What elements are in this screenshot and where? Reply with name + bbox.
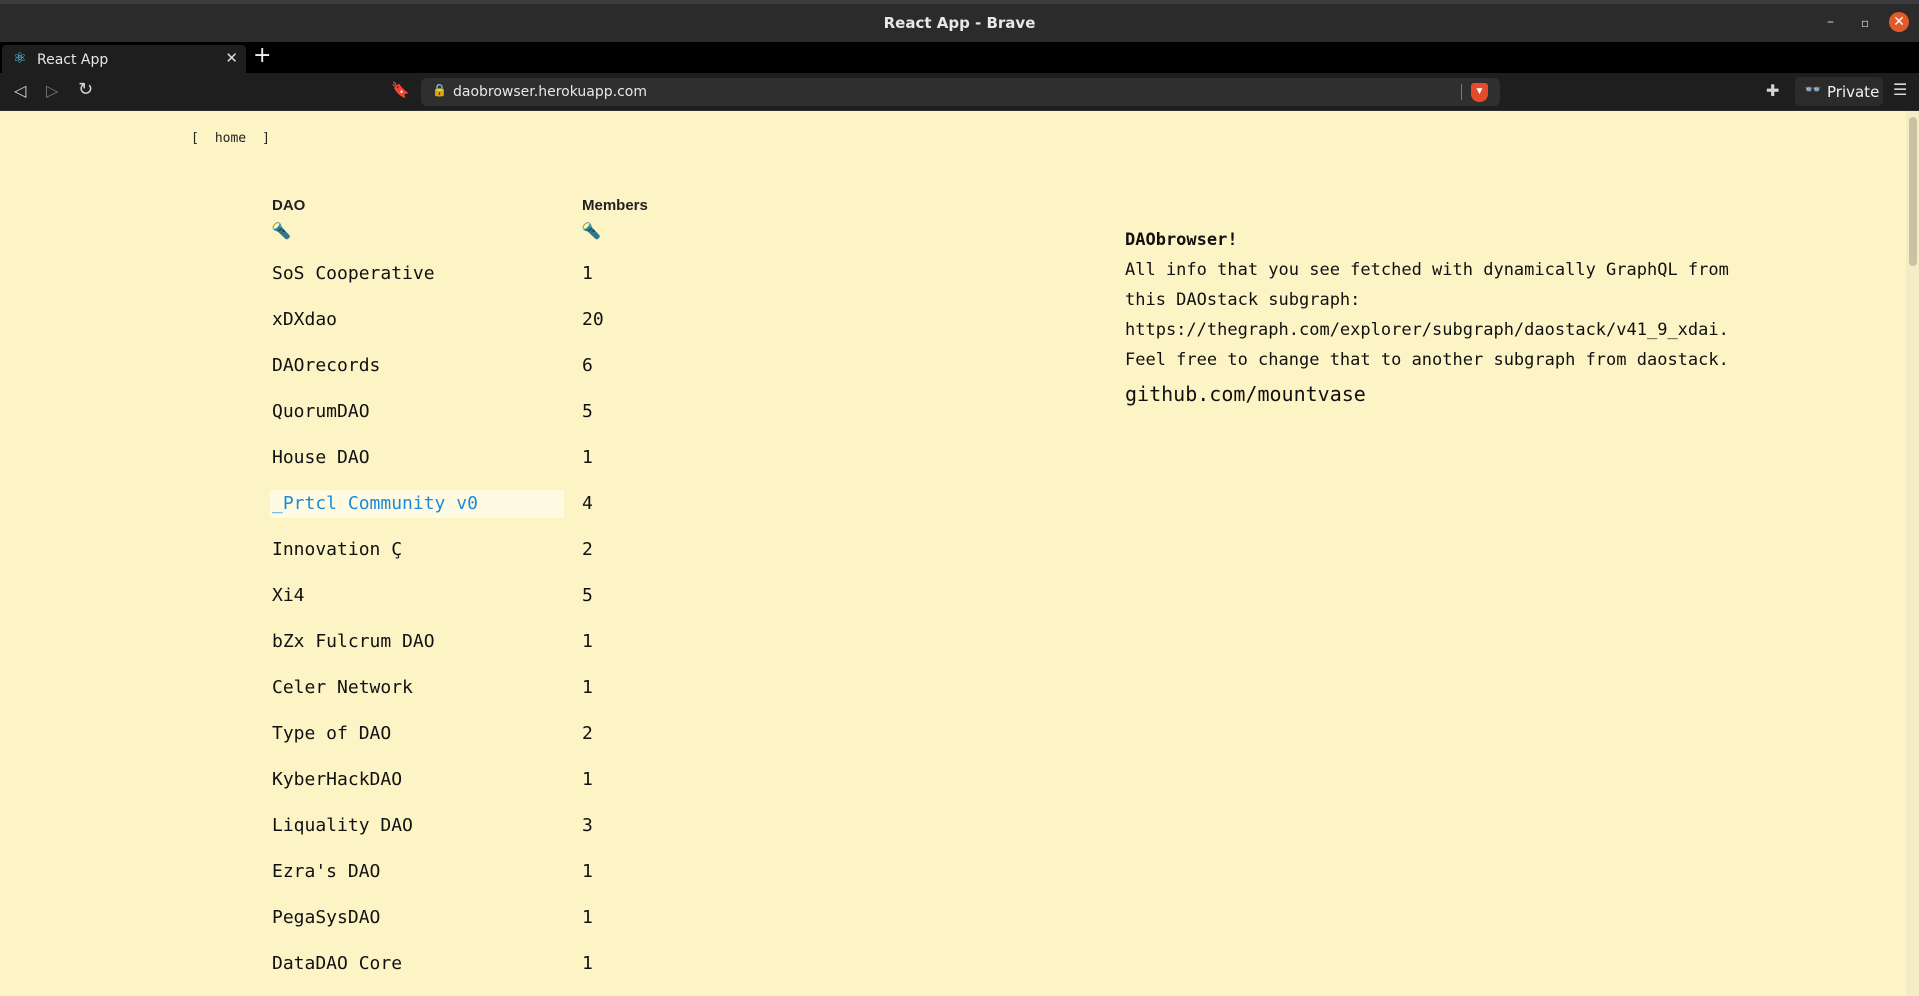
table-row: Xi4 5 xyxy=(0,582,700,610)
table-row: DAOrecords 6 xyxy=(0,352,700,380)
back-icon[interactable]: ◁ xyxy=(14,81,26,100)
dao-name-link[interactable]: Innovation Ç xyxy=(270,536,564,564)
dao-name-link[interactable]: SoS Cooperative xyxy=(270,260,564,288)
minimize-icon[interactable]: – xyxy=(1827,14,1834,30)
react-logo-icon: ⚛ xyxy=(13,49,27,67)
forward-icon[interactable]: ▷ xyxy=(46,81,58,100)
member-count: 1 xyxy=(582,263,593,284)
member-count: 1 xyxy=(582,447,593,468)
info-line: this DAOstack subgraph: xyxy=(1125,290,1361,310)
dao-name-link[interactable]: DAOrecords xyxy=(270,352,564,380)
address-bar[interactable]: 🔒 daobrowser.herokuapp.com ▼ xyxy=(421,78,1500,106)
info-line: All info that you see fetched with dynam… xyxy=(1125,260,1729,280)
home-close-bracket: ] xyxy=(262,131,270,146)
dao-name-link-hovered[interactable]: _Prtcl Community v0 xyxy=(270,490,564,518)
dao-name-link[interactable]: DataDAO Core xyxy=(270,950,564,978)
page-content: [ home] DAO Members 🔦 🔦 SoS Cooperative 1… xyxy=(0,111,1906,996)
member-count: 5 xyxy=(582,401,593,422)
dao-name-link[interactable]: bZx Fulcrum DAO xyxy=(270,628,564,656)
table-row: bZx Fulcrum DAO 1 xyxy=(0,628,700,656)
dao-name-link[interactable]: Xi4 xyxy=(270,582,564,610)
dao-name-link[interactable]: PegaSysDAO xyxy=(270,904,564,932)
close-window-icon[interactable]: ✕ xyxy=(1889,12,1909,32)
address-bar-separator xyxy=(1461,84,1462,100)
column-header-members[interactable]: Members xyxy=(582,197,648,214)
column-header-dao[interactable]: DAO xyxy=(272,197,305,214)
dao-name-link[interactable]: House DAO xyxy=(270,444,564,472)
tab-strip: ⚛ React App ✕ + xyxy=(0,42,1919,73)
member-count: 1 xyxy=(582,953,593,974)
extensions-icon[interactable]: ✚ xyxy=(1766,81,1779,100)
home-nav: [ home] xyxy=(191,131,270,146)
dao-name-link[interactable]: KyberHackDAO xyxy=(270,766,564,794)
table-row: xDXdao 20 xyxy=(0,306,700,334)
table-row: KyberHackDAO 1 xyxy=(0,766,700,794)
table-row: QuorumDAO 5 xyxy=(0,398,700,426)
info-panel: DAObrowser! All info that you see fetche… xyxy=(1125,225,1845,412)
window-title: React App - Brave xyxy=(883,14,1036,32)
reload-icon[interactable]: ↻ xyxy=(78,79,93,100)
table-row: Liquality DAO 3 xyxy=(0,812,700,840)
member-count: 2 xyxy=(582,539,593,560)
sort-dao-icon[interactable]: 🔦 xyxy=(271,221,291,241)
table-row: _Prtcl Community v0 4 xyxy=(0,490,700,518)
member-count: 5 xyxy=(582,585,593,606)
dao-name-link[interactable]: QuorumDAO xyxy=(270,398,564,426)
url-text[interactable]: daobrowser.herokuapp.com xyxy=(453,84,647,100)
close-tab-icon[interactable]: ✕ xyxy=(225,49,238,67)
table-row: DataDAO Core 1 xyxy=(0,950,700,978)
dao-name-link[interactable]: Celer Network xyxy=(270,674,564,702)
dao-name-link[interactable]: xDXdao xyxy=(270,306,564,334)
info-title: DAObrowser! xyxy=(1125,230,1238,250)
table-row: Type of DAO 2 xyxy=(0,720,700,748)
member-count: 2 xyxy=(582,723,593,744)
lock-icon[interactable]: 🔒 xyxy=(432,83,447,97)
table-row: Celer Network 1 xyxy=(0,674,700,702)
home-link[interactable]: home xyxy=(215,131,246,146)
member-count: 1 xyxy=(582,861,593,882)
page-scrollbar[interactable] xyxy=(1906,111,1919,996)
brave-shield-icon[interactable]: ▼ xyxy=(1471,83,1488,102)
member-count: 20 xyxy=(582,309,604,330)
member-count: 1 xyxy=(582,907,593,928)
tab-label: React App xyxy=(37,52,109,68)
window-titlebar: React App - Brave – ▫ ✕ xyxy=(0,0,1919,46)
dao-name-link[interactable]: Ezra's DAO xyxy=(270,858,564,886)
new-tab-icon[interactable]: + xyxy=(253,43,271,68)
table-row: House DAO 1 xyxy=(0,444,700,472)
info-subgraph-url: https://thegraph.com/explorer/subgraph/d… xyxy=(1125,320,1729,340)
private-label: Private xyxy=(1827,83,1880,101)
menu-icon[interactable]: ☰ xyxy=(1893,80,1907,99)
table-row: Innovation Ç 2 xyxy=(0,536,700,564)
bookmark-icon[interactable]: 🔖 xyxy=(391,81,410,99)
table-row: SoS Cooperative 1 xyxy=(0,260,700,288)
member-count: 6 xyxy=(582,355,593,376)
home-open-bracket: [ xyxy=(191,131,199,146)
table-row: PegaSysDAO 1 xyxy=(0,904,700,932)
dao-name-link[interactable]: Liquality DAO xyxy=(270,812,564,840)
tab-react-app[interactable]: ⚛ React App ✕ xyxy=(2,45,246,73)
sort-members-icon[interactable]: 🔦 xyxy=(581,221,601,241)
github-link[interactable]: github.com/mountvase xyxy=(1125,376,1845,412)
browser-toolbar: ◁ ▷ ↻ 🔖 🔒 daobrowser.herokuapp.com ▼ ✚ 👓… xyxy=(0,73,1919,111)
member-count: 1 xyxy=(582,769,593,790)
member-count: 1 xyxy=(582,631,593,652)
table-row: Ezra's DAO 1 xyxy=(0,858,700,886)
scrollbar-thumb[interactable] xyxy=(1909,117,1917,266)
member-count: 3 xyxy=(582,815,593,836)
maximize-icon[interactable]: ▫ xyxy=(1861,16,1869,30)
private-window-badge[interactable]: 👓 Private xyxy=(1795,77,1883,106)
info-line: Feel free to change that to another subg… xyxy=(1125,350,1729,370)
dao-name-link[interactable]: Type of DAO xyxy=(270,720,564,748)
member-count: 4 xyxy=(582,493,593,514)
member-count: 1 xyxy=(582,677,593,698)
private-glasses-icon: 👓 xyxy=(1804,82,1822,98)
